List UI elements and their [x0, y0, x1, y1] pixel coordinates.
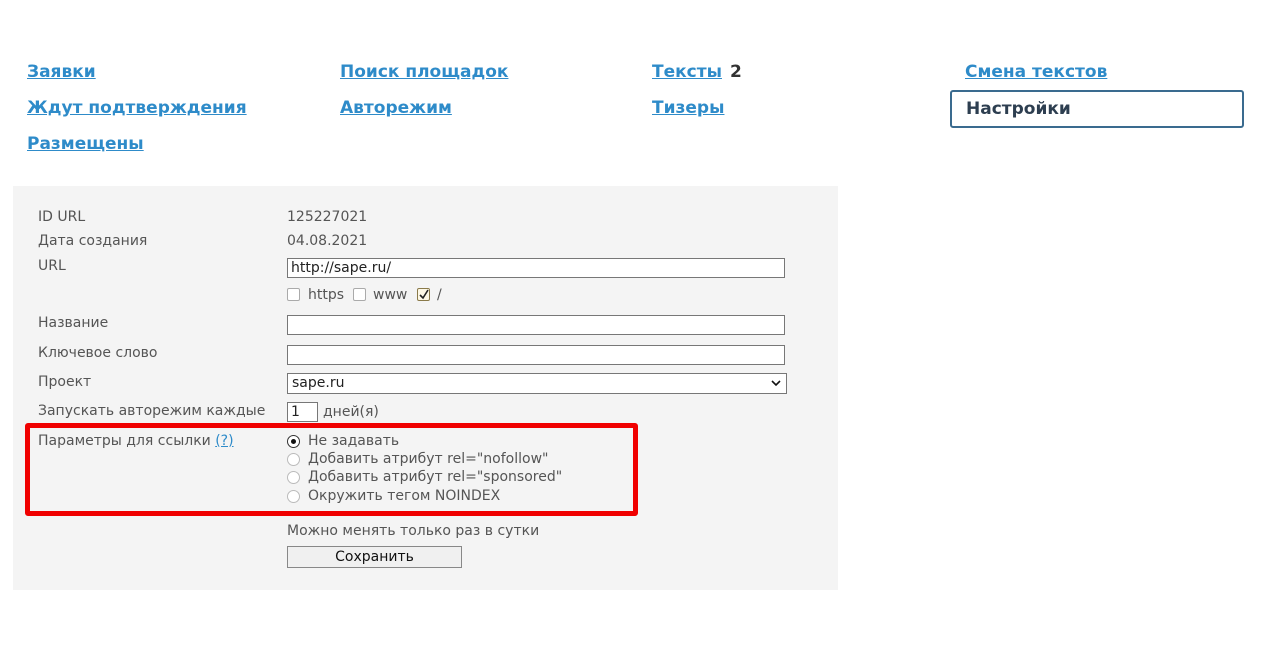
www-checkbox[interactable]	[353, 288, 366, 301]
created-date-value: 04.08.2021	[287, 233, 368, 249]
nav-link-texts[interactable]: Тексты	[652, 62, 722, 82]
nav-link-site-search[interactable]: Поиск площадок	[340, 62, 508, 82]
id-url-label: ID URL	[38, 209, 86, 225]
project-label: Проект	[38, 374, 92, 390]
automode-interval-unit: дней(я)	[323, 404, 379, 420]
https-checkbox-label: https	[308, 287, 345, 303]
nav-link-teasers[interactable]: Тизеры	[652, 98, 724, 118]
id-url-value: 125227021	[287, 209, 368, 225]
name-input[interactable]	[287, 315, 785, 335]
https-checkbox[interactable]	[287, 288, 300, 301]
automode-interval-label: Запускать авторежим каждые	[38, 403, 266, 419]
highlight-box	[25, 423, 638, 516]
www-checkbox-label: www	[373, 287, 408, 303]
automode-interval-input[interactable]	[287, 402, 318, 422]
project-select[interactable]: sape.ru	[287, 373, 787, 394]
nav-tab-settings-active[interactable]: Настройки	[950, 90, 1244, 128]
trailing-slash-label: /	[437, 287, 442, 303]
nav-link-automode[interactable]: Авторежим	[340, 98, 452, 118]
chevron-down-icon	[771, 380, 781, 387]
texts-count: 2	[730, 62, 742, 82]
url-input[interactable]	[287, 258, 785, 278]
save-button[interactable]: Сохранить	[287, 546, 462, 568]
keyword-input[interactable]	[287, 345, 785, 365]
nav-link-placed[interactable]: Размещены	[27, 134, 144, 154]
name-label: Название	[38, 315, 109, 331]
nav-link-applications[interactable]: Заявки	[27, 62, 96, 82]
keyword-label: Ключевое слово	[38, 345, 158, 361]
nav-link-awaiting-confirmation[interactable]: Ждут подтверждения	[27, 98, 247, 118]
trailing-slash-checkbox[interactable]	[417, 288, 430, 301]
url-label: URL	[38, 258, 66, 274]
change-limit-note: Можно менять только раз в сутки	[287, 523, 540, 539]
created-date-label: Дата создания	[38, 233, 148, 249]
nav-link-change-texts[interactable]: Смена текстов	[965, 62, 1107, 82]
project-select-value: sape.ru	[292, 375, 345, 391]
checkmark-icon	[419, 289, 429, 300]
